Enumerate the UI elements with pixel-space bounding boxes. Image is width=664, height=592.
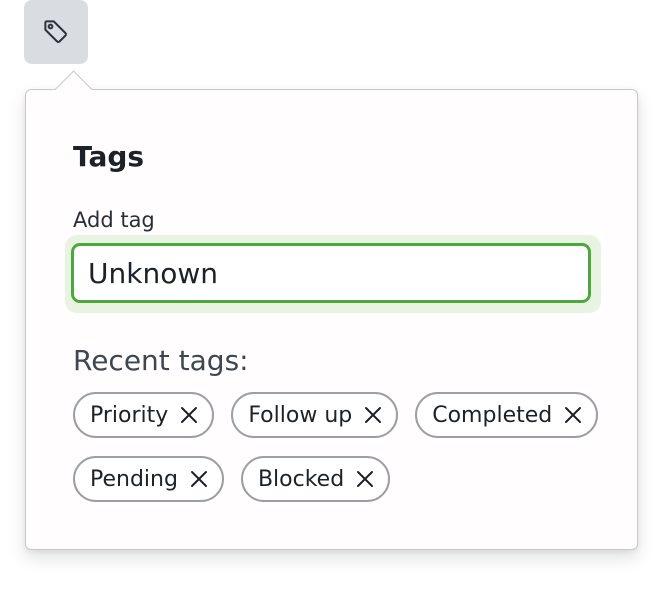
tag-chip-label: Pending [90, 466, 178, 492]
recent-tags-heading: Recent tags: [73, 344, 249, 377]
add-tag-focus-ring [65, 235, 601, 313]
recent-tags-list: Priority Follow up Completed Pending Blo… [73, 392, 613, 502]
popover-caret [54, 70, 93, 109]
tag-chip-label: Priority [90, 402, 169, 428]
add-tag-input[interactable] [71, 243, 591, 303]
tags-widget: Tags Add tag Recent tags: Priority Follo… [0, 0, 664, 592]
close-icon[interactable] [564, 406, 582, 424]
tag-chip-priority[interactable]: Priority [73, 392, 215, 438]
close-icon[interactable] [180, 406, 198, 424]
tag-icon [41, 17, 71, 47]
tags-popover: Tags Add tag Recent tags: Priority Follo… [25, 70, 638, 550]
close-icon[interactable] [190, 470, 208, 488]
close-icon[interactable] [356, 470, 374, 488]
tags-button[interactable] [24, 0, 88, 64]
popover-title: Tags [73, 140, 145, 173]
tag-chip-follow-up[interactable]: Follow up [231, 392, 399, 438]
tag-chip-label: Completed [432, 402, 553, 428]
tag-chip-label: Follow up [248, 402, 353, 428]
close-icon[interactable] [364, 406, 382, 424]
tag-chip-label: Blocked [257, 466, 345, 492]
tag-chip-pending[interactable]: Pending [73, 456, 224, 502]
add-tag-label: Add tag [73, 208, 155, 232]
tag-chip-completed[interactable]: Completed [415, 392, 599, 438]
tag-chip-blocked[interactable]: Blocked [240, 456, 391, 502]
